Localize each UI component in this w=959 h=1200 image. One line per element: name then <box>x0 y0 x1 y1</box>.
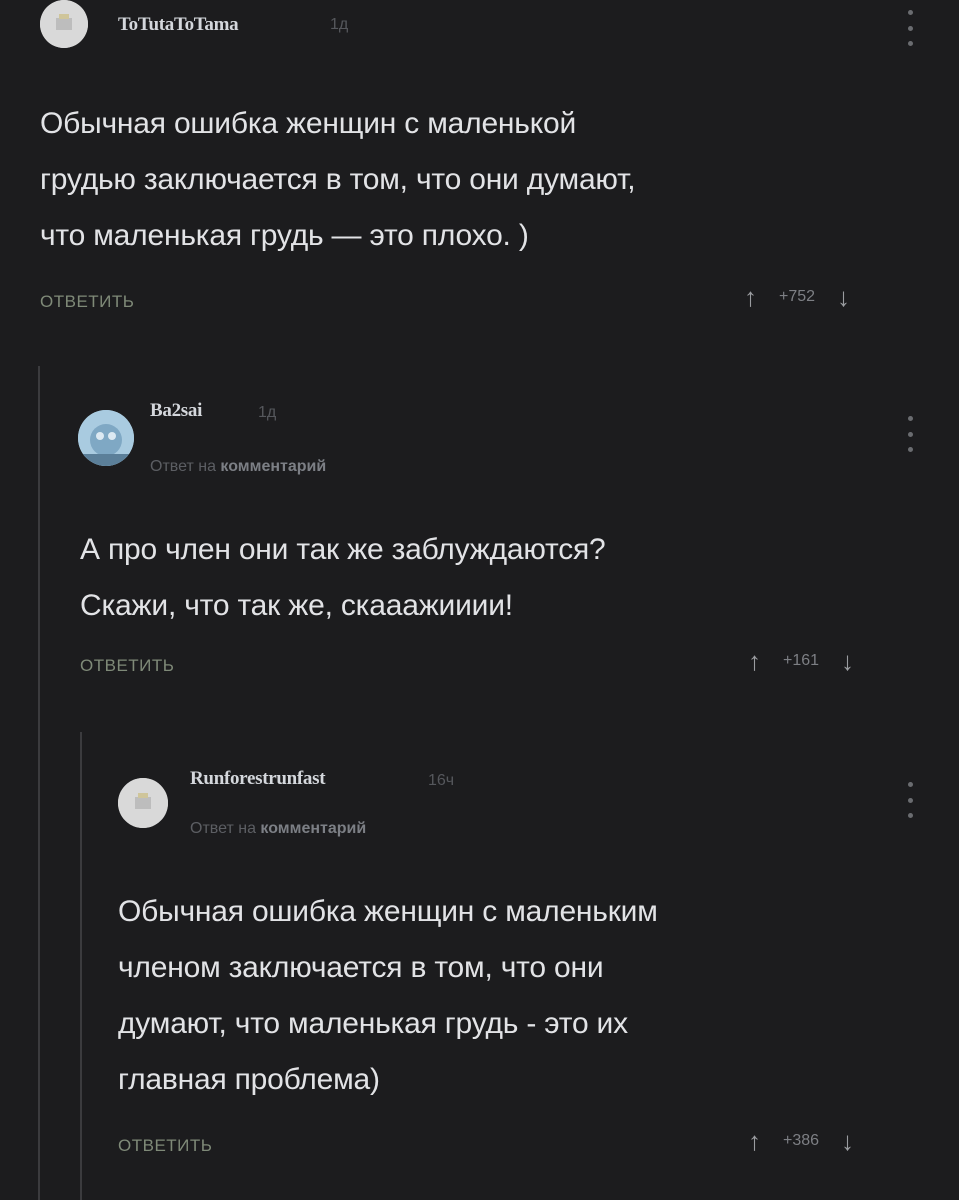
comment-text-line: главная проблема) <box>118 1063 380 1096</box>
vote-controls: ↑ +386 ↓ <box>748 1128 854 1154</box>
timestamp: 1д <box>258 404 277 421</box>
comment-text-line: членом заключается в том, что они <box>118 951 604 984</box>
comment-text: Обычная ошибка женщин с маленькой грудью… <box>40 96 636 264</box>
downvote-icon[interactable]: ↓ <box>841 1128 854 1154</box>
avatar[interactable] <box>118 778 168 828</box>
downvote-icon[interactable]: ↓ <box>841 648 854 674</box>
thread-line-level-1 <box>38 366 40 1200</box>
comment-text-line: А про член они так же заблуждаются? <box>80 533 606 566</box>
comment-text-line: Обычная ошибка женщин с маленьким <box>118 895 658 928</box>
reply-to-target[interactable]: комментарий <box>260 820 366 837</box>
comments-page: ToTutaToTama 1д Обычная ошибка женщин с … <box>0 0 959 1200</box>
comment-text-line: Скажи, что так же, скааажииии! <box>80 589 513 622</box>
more-options-icon[interactable] <box>906 10 914 46</box>
more-options-icon[interactable] <box>906 416 914 452</box>
comment-text-line: что маленькая грудь — это плохо. ) <box>40 219 529 252</box>
reply-button[interactable]: ОТВЕТИТЬ <box>80 656 174 676</box>
reply-to-note[interactable]: Ответ на комментарий <box>190 820 366 838</box>
reply-to-note[interactable]: Ответ на комментарий <box>150 458 326 476</box>
timestamp: 16ч <box>428 772 455 789</box>
comment-text: А про член они так же заблуждаются? Скаж… <box>80 522 606 634</box>
reply-button[interactable]: ОТВЕТИТЬ <box>40 292 134 312</box>
score: +386 <box>783 1132 820 1149</box>
score: +752 <box>779 288 816 305</box>
avatar[interactable] <box>78 410 134 466</box>
comment-text-line: думают, что маленькая грудь - это их <box>118 1007 628 1040</box>
upvote-icon[interactable]: ↑ <box>748 1128 761 1154</box>
score: +161 <box>783 652 820 669</box>
timestamp: 1д <box>330 16 349 33</box>
more-options-icon[interactable] <box>906 782 914 818</box>
reply-to-target[interactable]: комментарий <box>220 458 326 475</box>
username[interactable]: ToTutaToTama <box>118 14 239 36</box>
comment-text-line: грудью заключается в том, что они думают… <box>40 163 636 196</box>
comment-text: Обычная ошибка женщин с маленьким членом… <box>118 884 658 1108</box>
vote-controls: ↑ +161 ↓ <box>748 648 854 674</box>
comment-text-line: Обычная ошибка женщин с маленькой <box>40 107 577 140</box>
avatar[interactable] <box>40 0 88 48</box>
avatar-placeholder-icon <box>118 778 168 828</box>
upvote-icon[interactable]: ↑ <box>748 648 761 674</box>
reply-to-prefix: Ответ на <box>150 458 216 475</box>
upvote-icon[interactable]: ↑ <box>744 284 757 310</box>
thread-line-level-2 <box>80 732 82 1200</box>
avatar-placeholder-icon <box>40 0 88 48</box>
avatar-image-icon <box>78 410 134 466</box>
reply-button[interactable]: ОТВЕТИТЬ <box>118 1136 212 1156</box>
reply-to-prefix: Ответ на <box>190 820 256 837</box>
username[interactable]: Runforestrunfast <box>190 768 326 790</box>
username[interactable]: Ba2sai <box>150 400 202 422</box>
vote-controls: ↑ +752 ↓ <box>744 284 850 310</box>
downvote-icon[interactable]: ↓ <box>837 284 850 310</box>
